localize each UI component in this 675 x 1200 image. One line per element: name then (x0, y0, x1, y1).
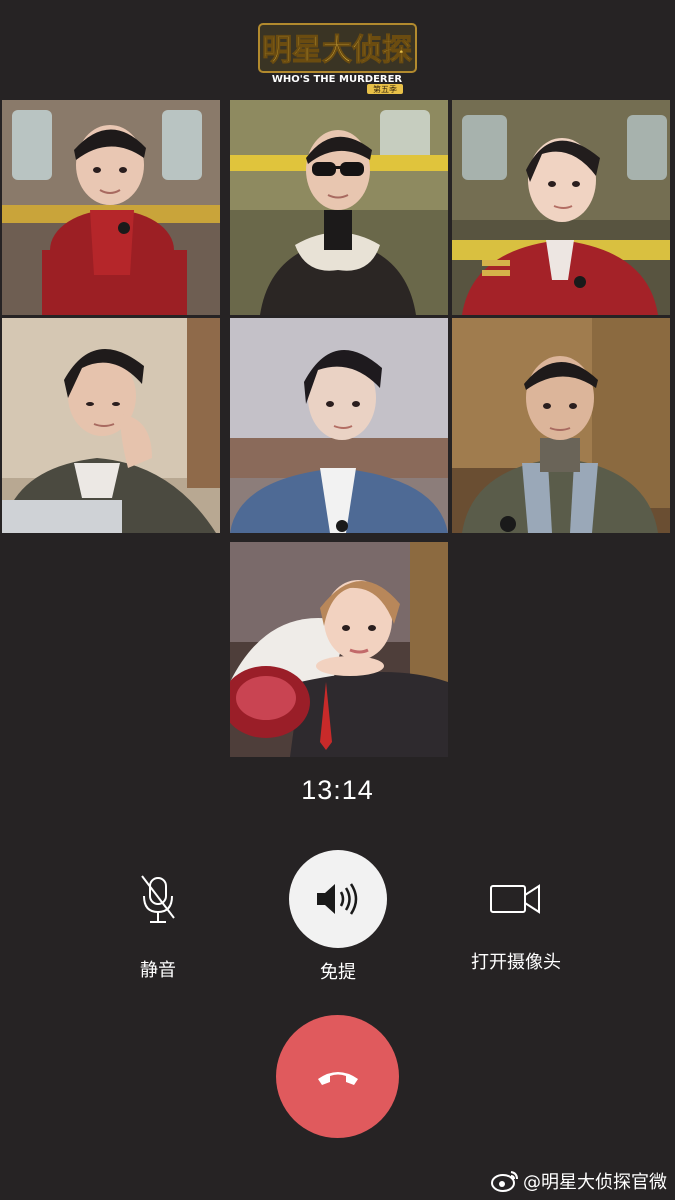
hangup-button[interactable] (276, 1015, 399, 1138)
participant-tile-2[interactable] (230, 100, 448, 315)
mic-off-icon (141, 875, 175, 923)
logo-season: 第五季 (373, 84, 397, 94)
speaker-toggle[interactable] (289, 850, 387, 948)
mute-button[interactable]: 静音 (118, 870, 198, 982)
show-logo: 明星大侦探 WHO'S THE MURDERER 第五季 (255, 18, 420, 94)
participant-avatar (2, 100, 220, 315)
weibo-icon (491, 1171, 518, 1192)
watermark-text: @明星大侦探官微 (523, 1172, 667, 1193)
participant-tile-7[interactable] (230, 542, 448, 757)
phone-hangup-icon (317, 1071, 358, 1085)
speaker-button[interactable]: 免提 (288, 850, 388, 984)
camera-label: 打开摄像头 (471, 952, 561, 973)
participant-tile-4[interactable] (2, 318, 220, 533)
participant-tile-6[interactable] (452, 318, 670, 533)
participant-avatar (230, 100, 448, 315)
participant-avatar (452, 318, 670, 533)
participant-tile-5[interactable] (230, 318, 448, 533)
logo-subtitle: WHO'S THE MURDERER (272, 74, 403, 85)
mute-label: 静音 (140, 960, 176, 981)
participant-tile-1[interactable] (2, 100, 220, 315)
camera-button[interactable]: 打开摄像头 (460, 878, 572, 974)
logo-title: 明星大侦探 (262, 33, 412, 68)
call-timer: 13:14 (301, 775, 374, 805)
participant-avatar (230, 318, 448, 533)
participant-avatar (2, 318, 220, 533)
video-camera-icon (490, 884, 540, 914)
speaker-label: 免提 (320, 962, 356, 983)
participant-avatar (452, 100, 670, 315)
watermark: @明星大侦探官微 (491, 1168, 667, 1194)
participant-tile-3[interactable] (452, 100, 670, 315)
participant-avatar (230, 542, 448, 757)
speaker-icon (317, 883, 358, 915)
